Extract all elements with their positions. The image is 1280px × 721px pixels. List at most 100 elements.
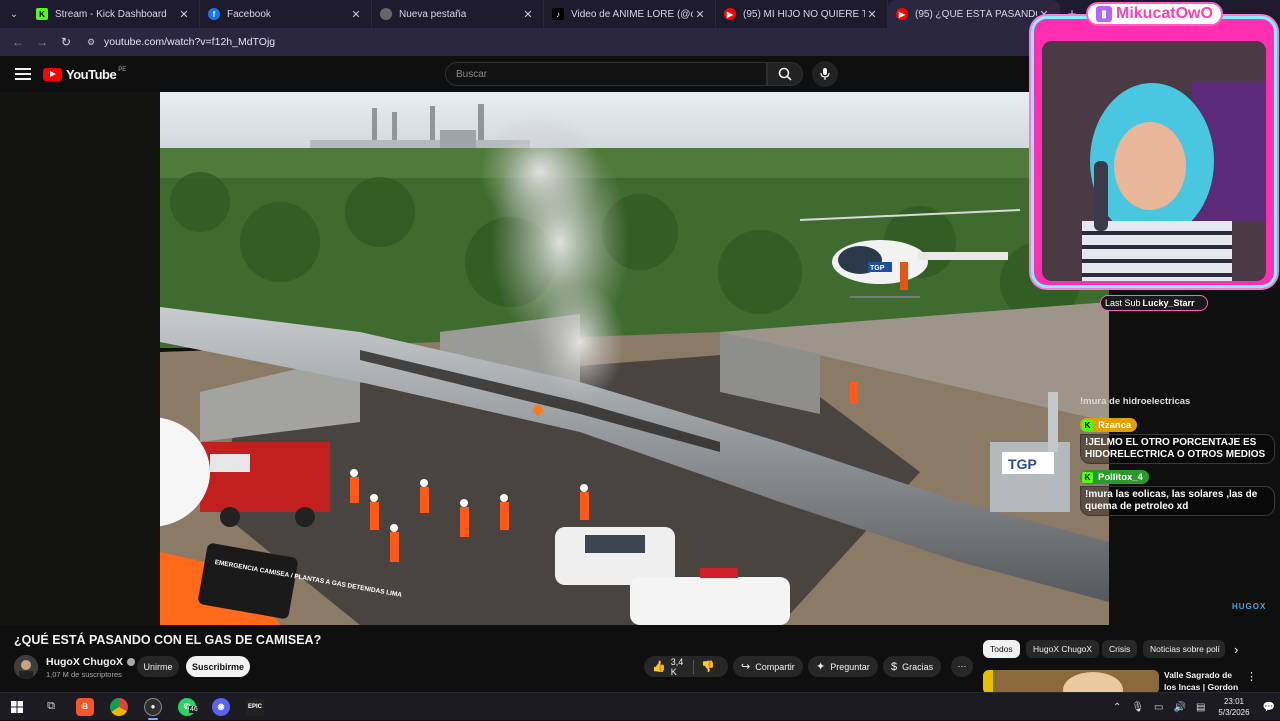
task-view-button[interactable]: ⧉ [34,693,68,721]
more-actions-button[interactable]: ⋯ [951,656,973,677]
logo-text: YouTube [66,66,117,82]
channel-name: HugoX ChugoX [46,655,123,668]
streamer-name-badge: ▮ MikucatOwO [1086,2,1223,26]
tab-title: Stream - Kick Dashboard [55,8,167,20]
tab-facebook[interactable]: f Facebook ✕ [200,0,372,28]
discord-icon: ◉ [212,697,230,716]
discord-taskbar-button[interactable]: ◉ [204,693,238,721]
kick-icon: K [36,8,48,20]
close-icon[interactable]: ✕ [693,8,707,21]
site-info-icon[interactable]: ⚙ [84,35,98,49]
close-icon[interactable]: ✕ [349,8,363,21]
twitch-icon: ▮ [1096,6,1112,22]
last-sub-label: Last Sub [1105,298,1141,308]
dislike-icon[interactable]: 👎 [701,660,715,673]
divider [692,659,694,674]
voice-search-button[interactable] [812,61,838,87]
channel-avatar[interactable] [14,655,38,679]
tab-youtube-1[interactable]: ▶ (95) MI HIJO NO QUIERE TRAB ✕ [716,0,888,28]
webcam-feed [1042,41,1266,281]
chevron-right-icon[interactable]: › [1234,642,1238,657]
network-icon[interactable]: ▭ [1154,702,1163,713]
chat-user-badge: K Pollitox_4 [1080,470,1149,484]
tab-search-icon[interactable]: ⌄ [0,0,28,28]
tab-tiktok[interactable]: ♪ Video de ANIME LORE (@china ✕ [544,0,716,28]
search-button[interactable] [767,62,803,86]
subscribe-button[interactable]: Suscribirme [186,656,250,677]
recommended-thumbnail[interactable] [983,670,1159,694]
like-dislike-group: 👍 3,4 K 👎 [644,656,728,677]
webcam-illustration [1042,41,1266,281]
player-letterbox-left [0,92,160,625]
chip-all[interactable]: Todos [983,640,1020,658]
close-icon[interactable]: ✕ [865,8,879,21]
whatsapp-badge: 46 [189,705,199,713]
globe-icon [380,8,392,20]
chat-message: K Rzanca !JELMO EL OTRO PORCENTAJE ES HI… [1080,418,1275,464]
video-title: ¿QUÉ ESTÁ PASANDO CON EL GAS DE CAMISEA? [14,633,322,647]
helicopter-logo-text: TGP [870,265,885,272]
youtube-icon: ▶ [896,8,908,20]
close-icon[interactable]: ✕ [177,8,191,21]
forward-icon[interactable]: → [30,35,54,49]
reload-icon[interactable]: ↻ [54,35,78,49]
like-count[interactable]: 3,4 K [671,657,685,677]
epic-games-icon: EPIC [246,697,264,716]
close-icon[interactable]: ✕ [521,8,535,21]
youtube-logo[interactable]: YouTube PE [43,67,126,82]
brave-icon: B [76,697,94,716]
search-input[interactable]: Buscar [445,62,767,86]
chat-text: !mura de hidroelectricas [1080,396,1191,407]
video-player[interactable]: TGP TGP EMERGENCIA CAMISEA / PLANTAS A G… [160,92,1109,625]
chat-user-badge: K Rzanca [1080,418,1138,432]
volume-icon[interactable]: 🔊 [1174,702,1186,713]
subscriber-count: 1,07 M de suscriptores [46,669,122,679]
brave-taskbar-button[interactable]: B [68,693,102,721]
channel-row: HugoX ChugoX 1,07 M de suscriptores [14,654,135,680]
facebook-icon: f [208,8,220,20]
chat-username: Rzanca [1098,419,1132,431]
ask-button[interactable]: ✦ Preguntar [808,656,878,677]
sparkle-icon: ✦ [816,661,826,673]
obs-icon: ● [144,697,162,716]
last-sub-name: Lucky_Starr [1142,298,1195,308]
thanks-button[interactable]: $ Gracias [883,656,942,677]
chat-text: !mura las eolicas, las solares ,las de q… [1080,486,1275,516]
more-icon: ⋯ [957,661,967,671]
share-label: Compartir [755,661,795,672]
share-button[interactable]: ↪ Compartir [733,656,803,677]
chip-news[interactable]: Noticias sobre polí [1143,640,1225,658]
kick-icon: K [1082,471,1093,483]
task-view-icon: ⧉ [47,700,55,712]
start-button[interactable] [0,693,34,721]
verified-icon [127,657,135,666]
clock-date: 5/3/2026 [1218,708,1250,717]
tab-title: Nueva pestaña [399,8,467,20]
like-icon[interactable]: 👍 [652,660,666,673]
channel-name-row[interactable]: HugoX ChugoX [46,656,135,668]
windows-taskbar: ⧉ B ● ✆ 46 ◉ EPIC ⌃ 🎙 ▭ 🔊 ▤ 23:01 5/3/202… [0,692,1280,720]
epic-taskbar-button[interactable]: EPIC [238,693,272,721]
tab-new-tab[interactable]: Nueva pestaña ✕ [372,0,544,28]
chrome-taskbar-button[interactable] [102,693,136,721]
windows-icon [11,700,23,713]
tab-kick-dashboard[interactable]: K Stream - Kick Dashboard ✕ [28,0,200,28]
url-text: youtube.com/watch?v=f12h_MdTOjg [104,36,276,48]
recommended-more-icon[interactable]: ⋮ [1246,670,1257,683]
obs-taskbar-button[interactable]: ● [136,693,170,721]
menu-icon[interactable] [15,68,31,80]
microphone-icon [820,68,830,80]
back-icon[interactable]: ← [6,35,30,49]
clipboard-icon[interactable]: ▤ [1196,702,1205,713]
chip-crisis[interactable]: Crisis [1102,640,1138,658]
chevron-up-icon[interactable]: ⌃ [1113,702,1121,713]
clock[interactable]: 23:01 5/3/2026 [1218,696,1249,718]
microphone-icon[interactable]: 🎙 [1131,702,1144,713]
url-field[interactable]: ⚙ youtube.com/watch?v=f12h_MdTOjg [84,35,275,49]
clock-time: 23:01 [1223,697,1244,706]
chip-channel[interactable]: HugoX ChugoX [1026,640,1100,658]
chrome-icon [110,697,128,716]
join-button[interactable]: Unirme [137,656,179,677]
whatsapp-taskbar-button[interactable]: ✆ 46 [170,693,204,721]
notification-icon[interactable]: 💬 [1263,702,1275,713]
